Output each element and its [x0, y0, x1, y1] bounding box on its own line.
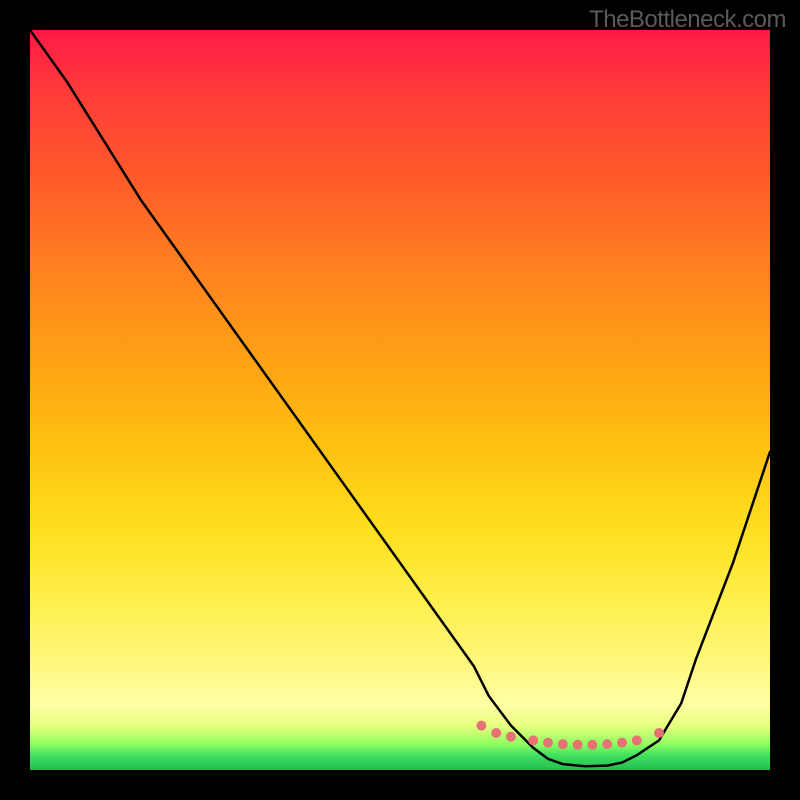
optimal-dot: [543, 738, 553, 748]
chart-plot-area: [30, 30, 770, 770]
optimal-dot: [528, 735, 538, 745]
optimal-dot: [587, 740, 597, 750]
bottleneck-curve-svg: [30, 30, 770, 770]
optimal-dot: [491, 728, 501, 738]
optimal-dot: [602, 739, 612, 749]
optimal-region-dots: [476, 721, 664, 750]
optimal-dot: [476, 721, 486, 731]
optimal-dot: [573, 740, 583, 750]
optimal-dot: [654, 728, 664, 738]
optimal-dot: [617, 738, 627, 748]
optimal-dot: [506, 732, 516, 742]
optimal-dot: [632, 735, 642, 745]
optimal-dot: [558, 739, 568, 749]
bottleneck-curve-path: [30, 30, 770, 766]
watermark-text: TheBottleneck.com: [589, 6, 786, 34]
